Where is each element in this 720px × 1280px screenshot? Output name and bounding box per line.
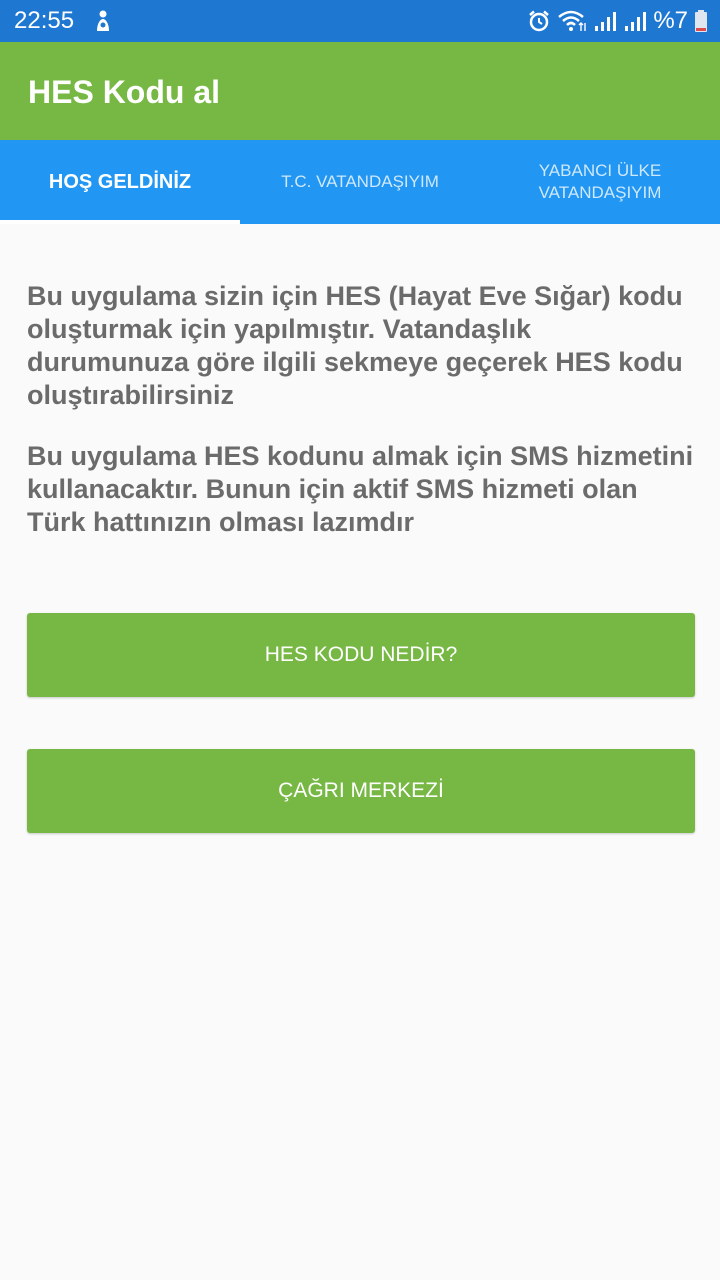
- wifi-icon: [557, 9, 587, 33]
- battery-percent: %7: [653, 7, 688, 34]
- signal-icon: [593, 9, 617, 33]
- status-bar: 22:55 %7: [0, 0, 720, 42]
- app-title: HES Kodu al: [28, 74, 221, 110]
- tab-foreign-citizen-line2: VATANDAŞIYIM: [538, 183, 662, 202]
- tab-foreign-citizen-label: YABANCI ÜLKE VATANDAŞIYIM: [539, 160, 662, 204]
- battery-icon: [694, 9, 708, 33]
- tab-foreign-citizen[interactable]: YABANCI ÜLKE VATANDAŞIYIM: [480, 140, 720, 224]
- tab-foreign-citizen-line1: YABANCI ÜLKE: [538, 161, 662, 180]
- alarm-icon: [527, 9, 551, 33]
- tab-bar: HOŞ GELDİNİZ T.C. VATANDAŞIYIM YABANCI Ü…: [0, 140, 720, 224]
- tab-welcome[interactable]: HOŞ GELDİNİZ: [0, 140, 240, 224]
- notification-icon: [92, 9, 114, 33]
- signal-icon-2: [623, 9, 647, 33]
- status-right-group: %7: [527, 6, 708, 36]
- tab-tc-citizen[interactable]: T.C. VATANDAŞIYIM: [240, 140, 480, 224]
- sms-paragraph: Bu uygulama HES kodunu almak için SMS hi…: [27, 441, 694, 537]
- call-center-button[interactable]: ÇAĞRI MERKEZİ: [27, 749, 695, 833]
- welcome-content: Bu uygulama sizin için HES (Hayat Eve Sı…: [27, 280, 697, 567]
- app-bar: HES Kodu al: [0, 42, 720, 140]
- status-time: 22:55: [14, 7, 75, 34]
- what-is-hes-button[interactable]: HES KODU NEDİR?: [27, 613, 695, 697]
- tab-tc-citizen-label: T.C. VATANDAŞIYIM: [281, 172, 439, 191]
- tab-welcome-label: HOŞ GELDİNİZ: [48, 171, 192, 193]
- intro-paragraph: Bu uygulama sizin için HES (Hayat Eve Sı…: [27, 281, 683, 410]
